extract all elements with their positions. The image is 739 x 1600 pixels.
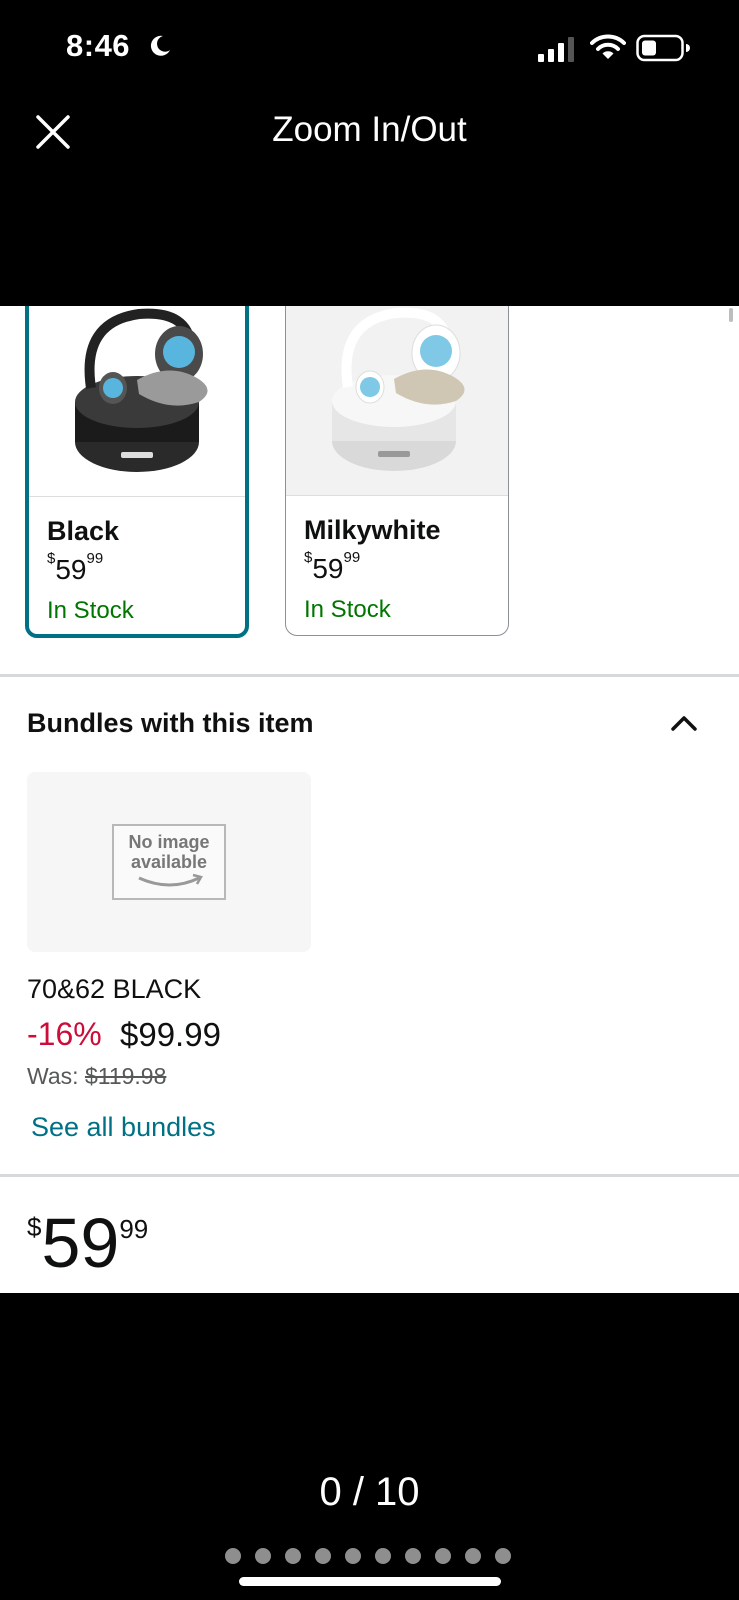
bundle-image[interactable]: No image available [27, 772, 311, 952]
chevron-up-icon[interactable] [668, 710, 700, 736]
status-time: 8:46 [66, 28, 131, 63]
wifi-icon [590, 34, 626, 59]
pagination-dot[interactable] [375, 1548, 391, 1564]
pagination-dots [225, 1548, 511, 1564]
home-indicator[interactable] [239, 1577, 501, 1586]
swatch-stock-status: In Stock [304, 596, 391, 623]
earbuds-white-image [332, 307, 465, 471]
scrollbar-thumb[interactable] [729, 308, 733, 322]
swatch-name: Black [47, 516, 120, 546]
bundles-section-title: Bundles with this item [27, 708, 314, 738]
swatch-black[interactable]: Black $5999 In Stock [25, 306, 249, 638]
zoom-content-panel[interactable]: Black $5999 In Stock Milkywhite $5999 In… [0, 306, 739, 1293]
moon-icon [150, 35, 170, 56]
bundle-was-price: Was: $119.98 [27, 1063, 167, 1089]
bundle-discount: -16% [27, 1016, 102, 1052]
cellular-signal-icon [538, 37, 574, 62]
header-title: Zoom In/Out [272, 110, 467, 149]
swatch-price: $5999 [47, 550, 104, 585]
status-bar: 8:46 [0, 0, 739, 100]
earbuds-black-image [75, 308, 208, 472]
swatch-price: $5999 [304, 549, 361, 584]
section-divider [0, 1174, 739, 1177]
bundle-price: $99.99 [120, 1016, 221, 1053]
section-divider [0, 674, 739, 677]
pagination-dot[interactable] [495, 1548, 511, 1564]
swatch-stock-status: In Stock [47, 597, 134, 624]
battery-icon [636, 34, 690, 62]
product-image-milkywhite [286, 306, 508, 496]
pagination-dot[interactable] [345, 1548, 361, 1564]
pagination-dot[interactable] [255, 1548, 271, 1564]
bundle-item-name[interactable]: 70&62 BLACK [27, 974, 201, 1005]
pagination-dot[interactable] [285, 1548, 301, 1564]
smile-arrow-icon [138, 873, 203, 887]
product-image-black [29, 306, 245, 497]
pagination-dot[interactable] [225, 1548, 241, 1564]
pagination-dot[interactable] [315, 1548, 331, 1564]
swatch-milkywhite[interactable]: Milkywhite $5999 In Stock [285, 306, 509, 636]
swatch-name: Milkywhite [304, 515, 441, 545]
pagination-dot[interactable] [465, 1548, 481, 1564]
pagination-dot[interactable] [405, 1548, 421, 1564]
image-page-counter: 0 / 10 [319, 1470, 420, 1514]
see-all-bundles-link[interactable]: See all bundles [31, 1112, 216, 1143]
main-price: $5999 [27, 1204, 149, 1282]
pagination-dot[interactable] [435, 1548, 451, 1564]
